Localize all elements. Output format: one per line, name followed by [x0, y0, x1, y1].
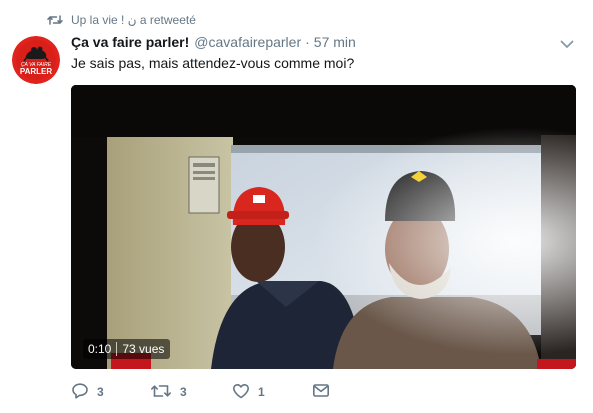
retweet-button[interactable]: 3: [150, 383, 232, 402]
avatar-line2: PARLER: [20, 67, 53, 76]
reply-count: 3: [97, 385, 104, 399]
video-elapsed-time: 0:10: [88, 342, 112, 356]
like-button[interactable]: 1: [232, 383, 312, 402]
direct-message-button[interactable]: [312, 383, 330, 401]
retweet-icon: [150, 383, 172, 402]
header-separator: ·: [305, 34, 310, 50]
tweet-text: Je sais pas, mais attendez-vous comme mo…: [71, 55, 355, 71]
tweet[interactable]: Up la vie ! ن a retweeté ÇA VA FAIRE PAR…: [0, 0, 593, 413]
video-view-count: 73 vues: [122, 342, 165, 356]
avatar[interactable]: ÇA VA FAIRE PARLER: [12, 36, 60, 84]
reply-button[interactable]: 3: [71, 382, 150, 402]
retweet-icon: [47, 13, 63, 27]
video-frame: [71, 85, 576, 369]
retweet-context-label[interactable]: Up la vie ! ن a retweeté: [71, 13, 196, 27]
author-username[interactable]: @cavafaireparler: [194, 34, 301, 50]
tweet-header: Ça va faire parler! @cavafaireparler · 5…: [71, 34, 356, 54]
tweet-actions: 3 3 1: [71, 381, 330, 403]
reply-icon: [71, 382, 89, 402]
video-player[interactable]: 0:10 73 vues: [71, 85, 576, 369]
envelope-icon: [312, 383, 330, 401]
more-options-chevron-down-icon[interactable]: [558, 36, 576, 52]
like-count: 1: [258, 385, 265, 399]
tweet-timestamp[interactable]: 57 min: [314, 34, 356, 50]
video-info-overlay: 0:10 73 vues: [83, 339, 171, 359]
overlay-divider: [116, 342, 118, 356]
author-fullname[interactable]: Ça va faire parler!: [71, 34, 189, 50]
retweet-context: Up la vie ! ن a retweeté: [47, 11, 196, 29]
retweet-count: 3: [180, 385, 187, 399]
heart-icon: [232, 383, 250, 402]
